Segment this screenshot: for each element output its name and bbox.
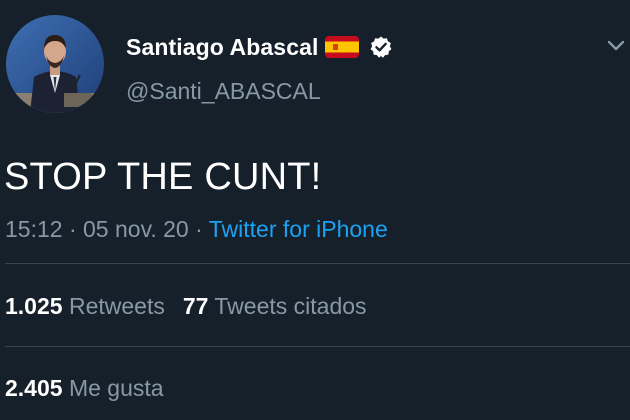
chevron-down-icon[interactable] xyxy=(604,36,628,56)
retweet-quote-stats: 1.025 Retweets 77 Tweets citados xyxy=(5,291,367,321)
tweet-detail: Santiago Abascal @Santi_ABASCAL STOP THE… xyxy=(0,0,630,420)
tweet-time[interactable]: 15:12 xyxy=(5,216,63,242)
retweets-label: Retweets xyxy=(68,293,165,319)
divider xyxy=(5,263,630,264)
avatar-photo xyxy=(6,15,104,113)
meta-separator: · xyxy=(188,216,209,242)
quote-tweets-count: 77 xyxy=(182,293,209,319)
quote-tweets-label: Tweets citados xyxy=(214,293,367,319)
likes-stat[interactable]: 2.405 Me gusta xyxy=(5,375,164,401)
author-handle[interactable]: @Santi_ABASCAL xyxy=(126,78,321,105)
retweets-stat[interactable]: 1.025 Retweets xyxy=(5,293,165,319)
likes-count: 2.405 xyxy=(5,375,63,401)
likes-stats: 2.405 Me gusta xyxy=(5,373,164,403)
spain-flag-icon xyxy=(325,36,360,58)
verified-badge-icon xyxy=(369,35,393,59)
quote-tweets-stat[interactable]: 77 Tweets citados xyxy=(183,293,367,319)
divider xyxy=(5,346,630,347)
display-name[interactable]: Santiago Abascal xyxy=(126,34,318,61)
meta-separator: · xyxy=(62,216,84,242)
tweet-metadata: 15:12 · 05 nov. 20 · Twitter for iPhone xyxy=(5,214,388,244)
tweet-text: STOP THE CUNT! xyxy=(4,156,322,198)
retweets-count: 1.025 xyxy=(5,293,63,319)
avatar[interactable] xyxy=(6,15,104,113)
tweet-source-link[interactable]: Twitter for iPhone xyxy=(209,216,388,242)
likes-label: Me gusta xyxy=(68,375,164,401)
author-name-row[interactable]: Santiago Abascal xyxy=(126,30,393,64)
tweet-date[interactable]: 05 nov. 20 xyxy=(83,216,189,242)
